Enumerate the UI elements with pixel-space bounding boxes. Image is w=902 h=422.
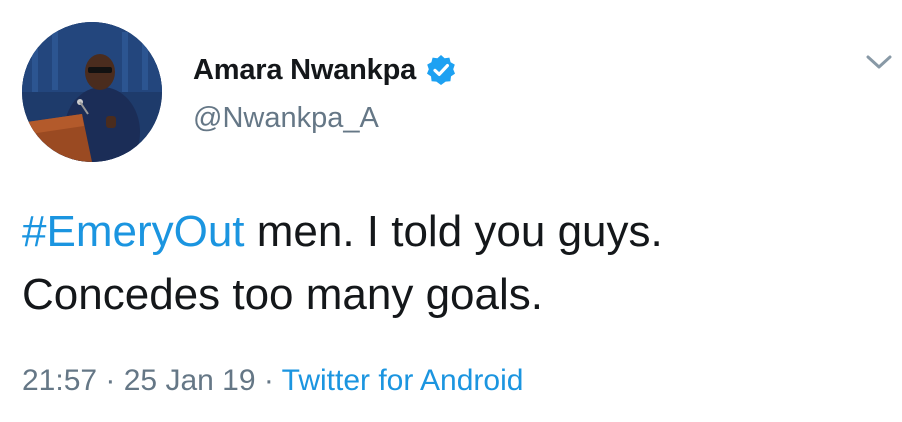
tweet-card: Amara Nwankpa @Nwankpa_A #EmeryOut men. … bbox=[0, 0, 902, 422]
meta-separator: · bbox=[97, 364, 124, 397]
author-handle[interactable]: @Nwankpa_A bbox=[193, 102, 379, 135]
tweet-time[interactable]: 21:57 bbox=[22, 364, 97, 397]
verified-badge-icon bbox=[425, 54, 457, 86]
avatar[interactable] bbox=[22, 22, 162, 162]
tweet-source-link[interactable]: Twitter for Android bbox=[282, 364, 524, 397]
meta-separator: · bbox=[255, 364, 282, 397]
chevron-down-icon[interactable] bbox=[864, 50, 894, 74]
tweet-text: #EmeryOut men. I told you guys. Concedes… bbox=[22, 200, 882, 326]
tweet-date[interactable]: 25 Jan 19 bbox=[124, 364, 256, 397]
tweet-text-line-2: Concedes too many goals. bbox=[22, 270, 543, 319]
author-row[interactable]: Amara Nwankpa bbox=[193, 50, 457, 90]
hashtag-link[interactable]: #EmeryOut bbox=[22, 207, 245, 256]
display-name[interactable]: Amara Nwankpa bbox=[193, 54, 416, 87]
tweet-text-segment: men. I told you guys. bbox=[244, 207, 663, 256]
tweet-metadata: 21:57 · 25 Jan 19 · Twitter for Android bbox=[22, 364, 523, 398]
tweet-text-line-1: #EmeryOut men. I told you guys. bbox=[22, 200, 882, 263]
